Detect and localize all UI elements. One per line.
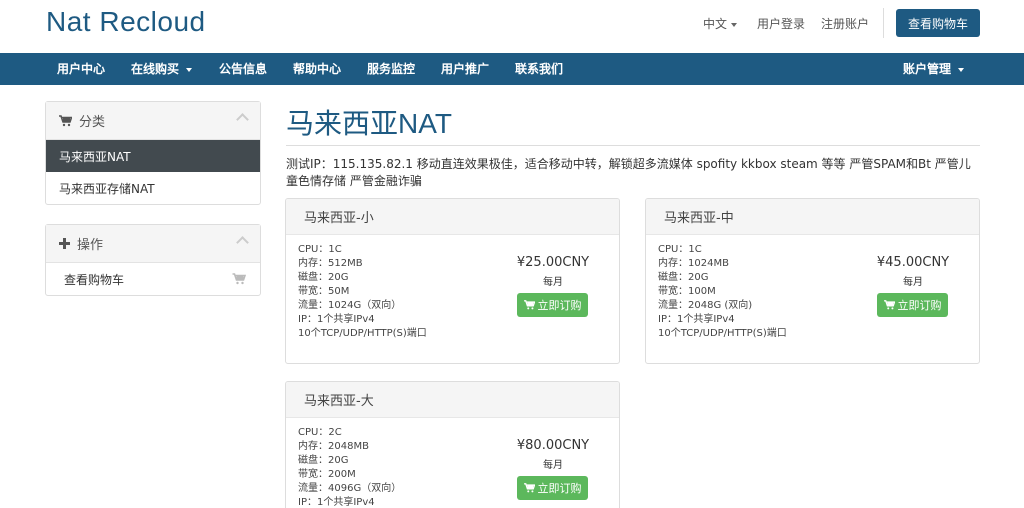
product-specs: CPU：1C 内存：512MB 磁盘：20G 带宽：50M 流量：1024G（双… — [298, 243, 427, 341]
order-now-button[interactable]: 立即订购 — [517, 476, 588, 500]
nav-affiliate[interactable]: 用户推广 — [441, 53, 489, 85]
nav-buy-online-label: 在线购买 — [131, 62, 180, 76]
chevron-up-icon[interactable] — [236, 236, 249, 249]
actions-panel-header[interactable]: 操作 — [46, 225, 260, 263]
cart-icon — [883, 300, 895, 310]
spec-line: 带宽：50M — [298, 286, 350, 297]
cart-icon — [232, 273, 247, 288]
spec-line: 流量：2048G (双向) — [658, 300, 753, 311]
product-card: 马来西亚-小 CPU：1C 内存：512MB 磁盘：20G 带宽：50M 流量：… — [285, 198, 620, 364]
spec-line: 10个TCP/UDP/HTTP(S)端口 — [298, 328, 427, 339]
caret-down-icon — [958, 67, 965, 72]
spec-line: 流量：4096G（双向） — [298, 483, 402, 494]
title-divider — [286, 145, 980, 146]
spec-line: 磁盘：20G — [298, 272, 349, 283]
spec-line: 带宽：100M — [658, 286, 716, 297]
actions-panel-title: 操作 — [77, 238, 104, 253]
spec-line: 磁盘：20G — [298, 455, 349, 466]
header-divider — [883, 8, 884, 38]
chevron-up-icon[interactable] — [236, 113, 249, 126]
nav-account-menu[interactable]: 账户管理 — [903, 53, 965, 85]
caret-down-icon — [186, 67, 193, 72]
nav-buy-online[interactable]: 在线购买 — [131, 53, 193, 85]
product-card: 马来西亚-中 CPU：1C 内存：1024MB 磁盘：20G 带宽：100M 流… — [645, 198, 980, 364]
billing-period: 每月 — [543, 460, 563, 471]
spec-line: 流量：1024G（双向） — [298, 300, 402, 311]
product-specs: CPU：1C 内存：1024MB 磁盘：20G 带宽：100M 流量：2048G… — [658, 243, 787, 341]
spec-line: 磁盘：20G — [658, 272, 709, 283]
spec-line: IP：1个共享IPv4 — [298, 314, 375, 325]
billing-period: 每月 — [903, 277, 923, 288]
category-panel-header[interactable]: 分类 — [46, 102, 260, 140]
nav-user-center[interactable]: 用户中心 — [57, 53, 105, 85]
order-now-button[interactable]: 立即订购 — [877, 293, 948, 317]
caret-down-icon — [731, 22, 738, 27]
product-price: ¥25.00CNY — [516, 255, 590, 270]
top-header: Nat Recloud 中文 用户登录 注册账户 查看购物车 — [0, 0, 1024, 53]
spec-line: 内存：2048MB — [298, 441, 369, 452]
site-logo[interactable]: Nat Recloud — [46, 6, 206, 38]
category-panel: 分类 马来西亚NAT 马来西亚存储NAT — [45, 101, 261, 205]
main-navbar: 用户中心 在线购买 公告信息 帮助中心 服务监控 用户推广 联系我们 账户管理 — [0, 53, 1024, 85]
product-specs: CPU：2C 内存：2048MB 磁盘：20G 带宽：200M 流量：4096G… — [298, 426, 401, 508]
plus-icon — [59, 238, 70, 249]
page-title: 马来西亚NAT — [286, 108, 452, 139]
billing-period: 每月 — [543, 277, 563, 288]
spec-line: IP：1个共享IPv4 — [658, 314, 735, 325]
product-price: ¥80.00CNY — [516, 438, 590, 453]
view-cart-button[interactable]: 查看购物车 — [896, 9, 980, 37]
spec-line: CPU：2C — [298, 427, 342, 438]
sidebar-item-malaysia-nat[interactable]: 马来西亚NAT — [46, 140, 260, 172]
nav-announcements[interactable]: 公告信息 — [219, 53, 267, 85]
product-name: 马来西亚-小 — [286, 199, 619, 235]
page-description: 测试IP：115.135.82.1 移动直连效果极佳，适合移动中转，解锁超多流媒… — [286, 157, 971, 188]
spec-line: CPU：1C — [298, 244, 342, 255]
register-link[interactable]: 注册账户 — [821, 15, 869, 32]
spec-line: 10个TCP/UDP/HTTP(S)端口 — [658, 328, 787, 339]
sidebar-item-malaysia-storage-nat[interactable]: 马来西亚存储NAT — [46, 172, 260, 204]
product-name: 马来西亚-中 — [646, 199, 979, 235]
login-link[interactable]: 用户登录 — [757, 15, 805, 32]
cart-icon — [523, 300, 535, 310]
spec-line: 带宽：200M — [298, 469, 356, 480]
product-card: 马来西亚-大 CPU：2C 内存：2048MB 磁盘：20G 带宽：200M 流… — [285, 381, 620, 508]
product-price: ¥45.00CNY — [876, 255, 950, 270]
nav-help-center[interactable]: 帮助中心 — [293, 53, 341, 85]
sidebar-item-view-cart[interactable]: 查看购物车 — [46, 263, 260, 295]
spec-line: CPU：1C — [658, 244, 702, 255]
spec-line: 内存：512MB — [298, 258, 363, 269]
actions-panel: 操作 查看购物车 — [45, 224, 261, 296]
nav-account-label: 账户管理 — [903, 62, 952, 76]
language-label: 中文 — [703, 17, 728, 31]
spec-line: IP：1个共享IPv4 — [298, 497, 375, 508]
order-now-label: 立即订购 — [897, 299, 942, 312]
language-selector[interactable]: 中文 — [703, 15, 738, 32]
nav-service-monitor[interactable]: 服务监控 — [367, 53, 415, 85]
spec-line: 内存：1024MB — [658, 258, 729, 269]
cart-icon — [523, 483, 535, 493]
order-now-label: 立即订购 — [537, 299, 582, 312]
order-now-button[interactable]: 立即订购 — [517, 293, 588, 317]
product-name: 马来西亚-大 — [286, 382, 619, 418]
view-cart-label: 查看购物车 — [64, 272, 125, 287]
cart-icon — [59, 114, 72, 127]
order-now-label: 立即订购 — [537, 482, 582, 495]
category-panel-title: 分类 — [79, 115, 106, 130]
nav-contact[interactable]: 联系我们 — [515, 53, 563, 85]
